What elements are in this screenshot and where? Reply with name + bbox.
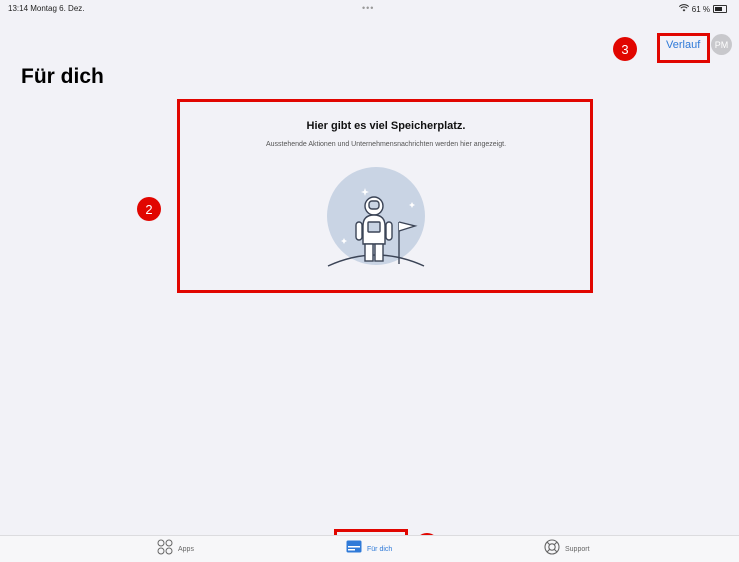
battery-icon <box>713 5 727 13</box>
tab-bar: Apps Für dich Support <box>0 535 739 562</box>
annotation-box-history <box>657 33 710 63</box>
wifi-icon <box>678 4 689 14</box>
annotation-badge-2: 2 <box>137 197 161 221</box>
apps-grid-icon <box>157 539 173 560</box>
tab-support-label: Support <box>565 545 590 553</box>
status-bar: 13:14 Montag 6. Dez. ••• 61 % <box>0 0 739 20</box>
page-title: Für dich <box>21 65 104 88</box>
avatar[interactable]: PM <box>711 34 732 55</box>
status-time: 13:14 Montag 6. Dez. <box>8 4 85 13</box>
tab-apps-label: Apps <box>178 545 194 553</box>
annotation-badge-3: 3 <box>613 37 637 61</box>
tab-apps[interactable]: Apps <box>157 536 194 562</box>
battery-percent: 61 % <box>691 4 710 14</box>
for-you-card-icon <box>346 540 362 558</box>
tab-for-you[interactable]: Für dich <box>346 536 392 562</box>
lifebuoy-icon <box>544 538 560 560</box>
tab-for-you-label: Für dich <box>367 545 393 553</box>
annotation-box-empty-state <box>177 99 593 293</box>
status-indicators: 61 % <box>678 4 727 14</box>
multitasking-dots[interactable]: ••• <box>362 3 374 13</box>
tab-support[interactable]: Support <box>544 536 590 562</box>
